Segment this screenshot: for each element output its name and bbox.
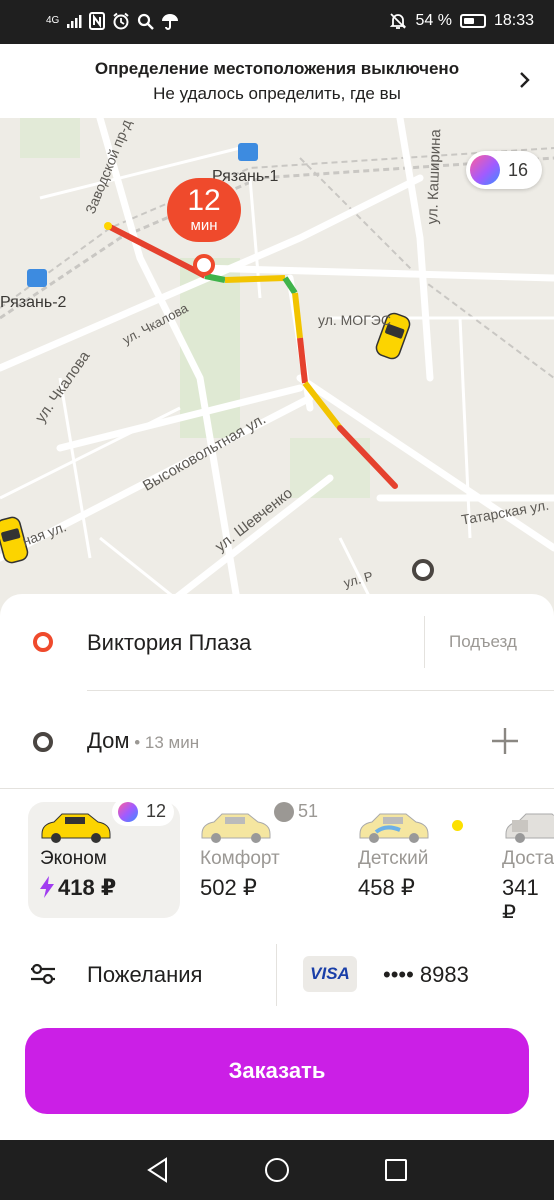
destination-address: Дом • 13 мин [87,728,200,753]
tariff-name: Комфорт [200,848,280,869]
tariff-name: Детский [358,848,429,869]
umbrella-icon [162,14,179,30]
card-number: •••• 8983 [383,962,469,987]
plus-icon [274,802,294,822]
order-sheet: Виктория Плаза Подъезд Дом • 13 мин 12 Э… [0,594,554,1140]
eta-unit: мин [190,217,218,234]
sliders-icon [31,963,55,985]
order-button[interactable]: Заказать [25,1028,529,1114]
alarm-icon [113,12,129,30]
system-nav-bar [0,1140,554,1200]
chevron-right-icon [520,72,530,88]
station-label: Рязань-2 [0,294,67,311]
status-bar: 4G 54 % 18:33 [0,0,554,44]
tariff-price: 502 ₽ [200,875,257,900]
new-indicator-dot [452,820,463,831]
comfort-car-icon [201,813,271,843]
home-icon[interactable] [263,1156,291,1184]
preferences-button[interactable]: Пожелания [0,934,276,1016]
lightning-icon [40,876,54,898]
tariff-name: Эконом [40,848,107,869]
tariff-name: Доста [502,848,554,869]
banner-title: Определение местоположения выключено [94,59,460,78]
signal-icon [67,15,82,28]
tariff-price: 458 ₽ [358,875,415,900]
banner-subtitle: Не удалось определить, где вы [153,84,401,103]
battery-icon [459,14,486,28]
tariff-kids[interactable]: Детский 458 ₽ [346,802,498,918]
options-row: Пожелания VISA •••• 8983 [0,934,554,1016]
mute-bell-icon [390,13,407,29]
pickup-eta-bubble: 12 мин [167,178,241,242]
network-type: 4G [46,15,60,26]
tariff-comfort[interactable]: 51 Комфорт 502 ₽ [188,801,340,918]
entrance-button[interactable]: Подъезд [424,616,554,668]
payment-method-button[interactable]: VISA •••• 8983 [277,934,554,1016]
tariff-price: 341 ₽ [502,875,539,918]
tariff-selector: 12 Эконом 418 ₽ 51 Комфорт 502 ₽ Детский… [0,794,554,926]
visa-logo: VISA [303,956,357,992]
status-icons-right: 54 % 18:33 [389,12,534,30]
divider [0,788,554,789]
nfc-icon [89,12,106,30]
kids-car-icon [359,813,429,843]
back-icon[interactable] [144,1156,172,1184]
pickup-dot-icon [33,632,53,652]
preferences-label: Пожелания [87,962,203,987]
search-icon [138,13,155,30]
eta-value: 12 [187,184,221,217]
pickup-row[interactable]: Виктория Плаза Подъезд [0,594,554,690]
destination-row[interactable]: Дом • 13 мин [0,694,554,788]
destination-eta: 13 мин [144,733,200,752]
plus-icon [118,802,138,822]
add-stop-icon[interactable] [490,726,520,756]
plus-points: 16 [508,160,529,180]
plus-icon [470,155,500,185]
plus-points-badge[interactable]: 16 [466,151,542,189]
tariff-delivery[interactable]: Доста 341 ₽ [490,802,554,918]
street-label: ул. Каширина [424,128,445,225]
location-disabled-banner[interactable]: Определение местоположения выключено Не … [0,44,554,118]
map[interactable]: Заводской пр-д ул. Каширина ул. Чкалова … [0,118,554,618]
delivery-car-icon [505,813,554,843]
economy-car-icon [41,813,111,843]
recents-icon[interactable] [382,1156,410,1184]
clock: 18:33 [493,12,534,29]
tariff-plus-badge: 51 [272,798,326,826]
tariff-economy[interactable]: 12 Эконом 418 ₽ [28,798,180,918]
street-label: ул. МОГЭС [318,312,391,328]
tariff-plus-badge: 12 [112,798,175,826]
battery-percent: 54 % [415,12,452,29]
tariff-price: 418 ₽ [40,875,116,901]
pickup-address: Виктория Плаза [87,630,252,655]
status-icons-left: 4G [46,12,179,30]
divider [87,690,554,691]
destination-dot-icon [33,732,53,752]
